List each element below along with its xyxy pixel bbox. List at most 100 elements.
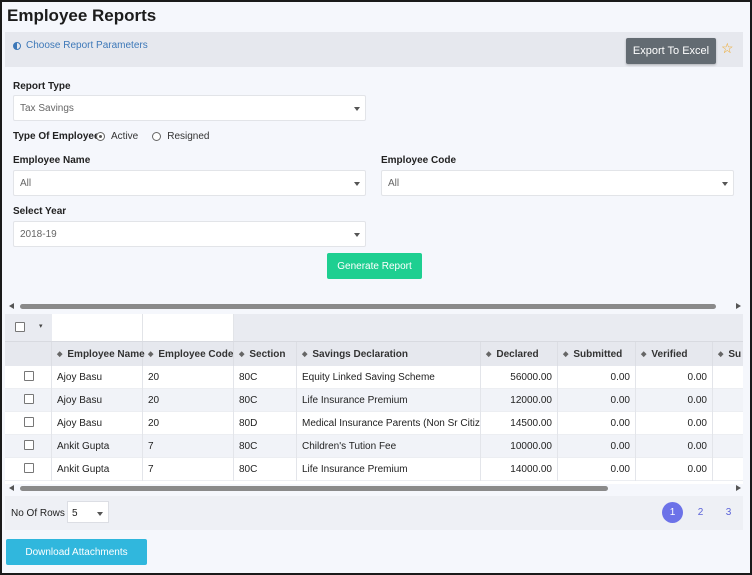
cell-declared: 14000.00 <box>481 458 558 481</box>
bottom-horizontal-scrollbar[interactable] <box>7 483 743 493</box>
cell-employee-name: Ajoy Basu <box>52 366 143 389</box>
cell-employee-code: 7 <box>143 458 234 481</box>
cell-su <box>713 366 743 389</box>
cell-submitted: 0.00 <box>558 412 636 435</box>
sort-icon: ◆ <box>718 351 724 358</box>
header-declared[interactable]: ◆ Declared <box>481 342 558 367</box>
cell-section: 80C <box>234 389 297 412</box>
radio-active[interactable] <box>96 132 105 141</box>
radio-resigned-label: Resigned <box>167 131 210 142</box>
cell-section: 80C <box>234 458 297 481</box>
cell-declared: 10000.00 <box>481 435 558 458</box>
scroll-left-icon[interactable] <box>9 303 14 309</box>
table-row[interactable]: Ankit Gupta 7 80C Children's Tution Fee 1000… <box>5 435 743 458</box>
select-year-value: 2018-19 <box>20 229 57 240</box>
cell-employee-name: Ajoy Basu <box>52 389 143 412</box>
cell-submitted: 0.00 <box>558 435 636 458</box>
row-checkbox[interactable] <box>24 417 34 427</box>
chevron-down-icon <box>354 233 360 237</box>
employee-name-select[interactable]: All <box>13 170 366 196</box>
header-verified[interactable]: ◆ Verified <box>636 342 713 367</box>
filter-employee-code[interactable] <box>143 314 234 341</box>
cell-verified: 0.00 <box>636 412 713 435</box>
sort-icon: ◆ <box>302 351 308 358</box>
cell-su <box>713 412 743 435</box>
report-type-value: Tax Savings <box>20 103 74 114</box>
cell-submitted: 0.00 <box>558 366 636 389</box>
chevron-down-icon <box>354 107 360 111</box>
cell-section: 80D <box>234 412 297 435</box>
grid-header-row: ◆ Employee Name ◆ Employee Code ◆ Section ◆… <box>5 341 743 367</box>
header-submitted[interactable]: ◆ Submitted <box>558 342 636 367</box>
row-checkbox[interactable] <box>24 371 34 381</box>
select-all-checkbox[interactable] <box>15 322 25 332</box>
employee-code-select[interactable]: All <box>381 170 734 196</box>
employee-code-value: All <box>388 178 400 189</box>
cell-section: 80C <box>234 435 297 458</box>
cell-employee-name: Ajoy Basu <box>52 412 143 435</box>
scroll-right-icon[interactable] <box>736 303 741 309</box>
cell-savings-declaration: Life Insurance Premium <box>297 458 481 481</box>
sort-icon: ◆ <box>239 351 245 358</box>
app-window: Employee Reports Choose Report Parameter… <box>0 0 752 575</box>
header-employee-name[interactable]: ◆ Employee Name <box>52 342 145 367</box>
table-row[interactable]: Ajoy Basu 20 80D Medical Insurance Parents … <box>5 412 743 435</box>
grid-filter-row: ▾ <box>5 314 743 341</box>
choose-parameters-label: Choose Report Parameters <box>26 40 148 51</box>
radio-resigned[interactable] <box>152 132 162 141</box>
employee-type-label: Type Of Employees <box>13 131 106 142</box>
cell-savings-declaration: Equity Linked Saving Scheme <box>297 366 481 389</box>
cell-employee-code: 20 <box>143 412 234 435</box>
cell-employee-name: Ankit Gupta <box>52 435 143 458</box>
header-section[interactable]: ◆ Section <box>234 342 297 367</box>
scrollbar-thumb[interactable] <box>20 304 716 309</box>
report-type-label: Report Type <box>13 81 71 92</box>
page-3[interactable]: 3 <box>718 502 739 523</box>
row-checkbox[interactable] <box>24 463 34 473</box>
cell-submitted: 0.00 <box>558 389 636 412</box>
cell-employee-code: 20 <box>143 366 234 389</box>
page-2[interactable]: 2 <box>690 502 711 523</box>
cell-verified: 0.00 <box>636 458 713 481</box>
rows-per-page-label: No Of Rows : <box>11 508 71 519</box>
top-horizontal-scrollbar[interactable] <box>7 301 743 311</box>
cell-employee-code: 20 <box>143 389 234 412</box>
generate-report-button[interactable]: Generate Report <box>327 253 422 279</box>
cell-su <box>713 435 743 458</box>
row-checkbox[interactable] <box>24 440 34 450</box>
scroll-left-icon[interactable] <box>9 485 14 491</box>
page-1[interactable]: 1 <box>662 502 683 523</box>
header-savings-declaration[interactable]: ◆ Savings Declaration <box>297 342 481 367</box>
employee-name-label: Employee Name <box>13 155 91 166</box>
sort-icon: ◆ <box>486 351 492 358</box>
rows-per-page-value: 5 <box>72 508 78 519</box>
rows-per-page-select[interactable]: 5 <box>67 501 109 523</box>
report-grid: ▾ ◆ Employee Name ◆ Employee Code ◆ Section… <box>5 314 743 484</box>
report-type-select[interactable]: Tax Savings <box>13 95 366 121</box>
sort-icon: ◆ <box>641 351 647 358</box>
header-su[interactable]: ◆ Su <box>713 342 743 367</box>
select-year-select[interactable]: 2018-19 <box>13 221 366 247</box>
table-row[interactable]: Ajoy Basu 20 80C Equity Linked Saving Schem… <box>5 366 743 389</box>
star-icon[interactable]: ☆ <box>721 40 734 57</box>
scroll-right-icon[interactable] <box>736 485 741 491</box>
caret-down-icon[interactable]: ▾ <box>39 322 43 330</box>
employee-type-radio-group: Active Resigned <box>96 131 210 142</box>
download-attachments-button[interactable]: Download Attachments <box>6 539 147 565</box>
select-year-label: Select Year <box>13 206 67 217</box>
filter-employee-name[interactable] <box>52 314 143 341</box>
header-employee-code[interactable]: ◆ Employee Code <box>143 342 234 367</box>
choose-parameters-link[interactable]: Choose Report Parameters <box>13 40 148 51</box>
scrollbar-thumb[interactable] <box>20 486 608 491</box>
cell-section: 80C <box>234 366 297 389</box>
chevron-down-icon <box>722 182 728 186</box>
table-row[interactable]: Ajoy Basu 20 80C Life Insurance Premium 1200… <box>5 389 743 412</box>
cell-savings-declaration: Life Insurance Premium <box>297 389 481 412</box>
chevron-down-icon <box>354 182 360 186</box>
table-row[interactable]: Ankit Gupta 7 80C Life Insurance Premium 140… <box>5 458 743 481</box>
cell-declared: 12000.00 <box>481 389 558 412</box>
export-to-excel-button[interactable]: Export To Excel <box>626 38 716 64</box>
sort-icon: ◆ <box>57 351 63 358</box>
cell-declared: 14500.00 <box>481 412 558 435</box>
row-checkbox[interactable] <box>24 394 34 404</box>
